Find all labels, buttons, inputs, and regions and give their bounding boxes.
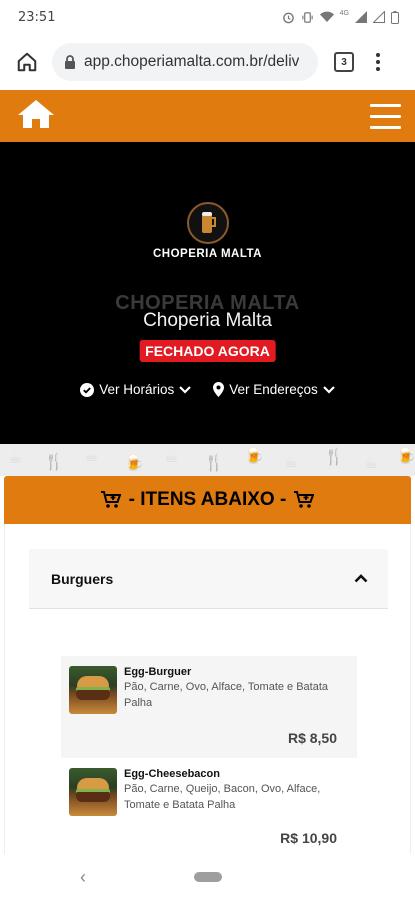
browser-menu-button[interactable] (376, 53, 380, 71)
chevron-down-icon (323, 385, 335, 394)
lock-icon (65, 55, 75, 69)
logo-text: CHOPERIA MALTA (152, 248, 262, 260)
logo-icon (186, 202, 229, 244)
product-description: Pão, Carne, Ovo, Alface, Tomate e Batata… (124, 681, 329, 709)
check-circle-icon (80, 382, 95, 397)
home-outline-icon (17, 52, 37, 72)
address-bar[interactable]: app.choperiamalta.com.br/deliv (52, 43, 318, 81)
url-text: app.choperiamalta.com.br/deliv (84, 53, 300, 70)
hamburger-icon[interactable] (370, 103, 401, 129)
network-type: 4G (339, 9, 349, 17)
product-card[interactable]: Egg-Cheesebacon Pão, Carne, Queijo, Baco… (61, 758, 357, 854)
system-navigation-bar: ‹ (0, 854, 415, 900)
signal-outline-icon (373, 11, 385, 23)
product-name: Egg-Cheesebacon (124, 768, 220, 780)
product-price: R$ 10,90 (280, 830, 337, 846)
store-name: Choperia Malta (143, 310, 272, 331)
product-card[interactable]: Egg-Burguer Pão, Carne, Ovo, Alface, Tom… (61, 656, 357, 758)
chevron-up-icon (354, 574, 368, 583)
product-price: R$ 8,50 (287, 730, 337, 746)
system-status-bar: 23:51 4G (0, 0, 415, 34)
site-header (0, 90, 415, 142)
alarm-icon (282, 12, 294, 23)
status-icons: 4G (282, 9, 399, 24)
category-title: Burguers (51, 570, 114, 587)
product-name: Egg-Burguer (124, 666, 192, 678)
browser-toolbar: app.choperiamalta.com.br/deliv 3 (0, 34, 415, 90)
items-section-header: - ITENS ABAIXO - (4, 476, 411, 524)
vibrate-icon (301, 11, 313, 23)
cart-icon (294, 491, 315, 508)
clock: 23:51 (18, 9, 56, 25)
product-info: Egg-Cheesebacon Pão, Carne, Queijo, Baco… (124, 768, 347, 846)
addresses-link[interactable]: Ver Endereços (213, 382, 335, 397)
product-description: Pão, Carne, Queijo, Bacon, Ovo, Alface, … (124, 783, 321, 811)
tab-switcher-button[interactable]: 3 (334, 52, 354, 72)
product-info: Egg-Burguer Pão, Carne, Ovo, Alface, Tom… (124, 666, 347, 748)
hours-link[interactable]: Ver Horários (80, 382, 192, 397)
items-header-label: - ITENS ABAIXO - (128, 489, 287, 510)
category-accordion-burguers[interactable]: Burguers (29, 549, 388, 609)
status-badge: FECHADO AGORA (139, 340, 276, 362)
battery-icon (391, 10, 399, 24)
browser-home-button[interactable] (12, 47, 42, 77)
store-logo: CHOPERIA MALTA (0, 202, 415, 260)
cart-icon (100, 491, 121, 508)
hours-link-label: Ver Horários (99, 382, 175, 397)
wifi-icon (319, 11, 334, 22)
product-image (69, 666, 117, 714)
store-hero: CHOPERIA MALTA CHOPERIA MALTA Choperia M… (0, 142, 415, 444)
hero-links: Ver Horários Ver Endereços (0, 382, 415, 397)
back-icon[interactable]: ‹ (80, 867, 86, 888)
decorative-pattern: ☕ 🍴 ☕ 🍺 ☕ 🍴 🍺 ☕ 🍴 ☕ 🍺 (0, 444, 415, 476)
home-gesture-pill[interactable] (193, 872, 222, 882)
menu-content: Burguers Egg-Burguer Pão, Carne, Ovo, Al… (4, 524, 411, 854)
product-image (69, 768, 117, 816)
home-icon[interactable] (16, 98, 56, 135)
chevron-down-icon (179, 385, 192, 394)
signal-icon (355, 11, 367, 23)
map-pin-icon (213, 382, 225, 397)
addresses-link-label: Ver Endereços (229, 382, 318, 397)
